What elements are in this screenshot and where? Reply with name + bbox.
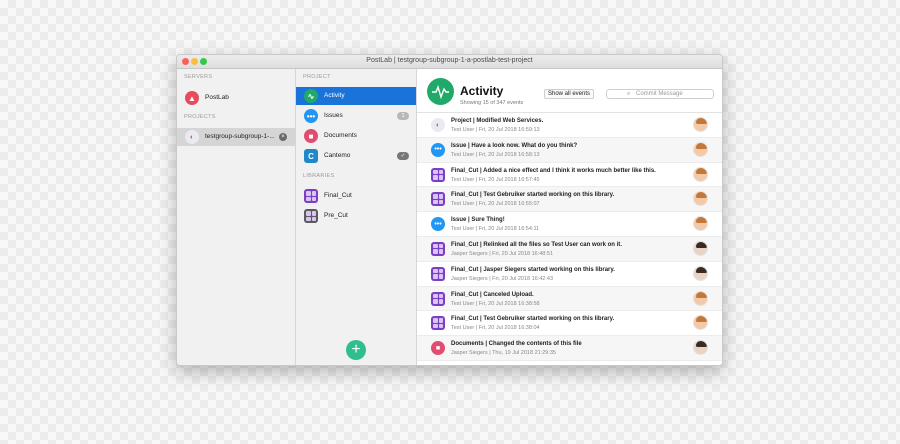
event-row[interactable]: ••• Issue | Sure Thing! Test User | Fri, 2… (417, 212, 722, 237)
project-label: testgroup-subgroup-1-... (205, 133, 275, 140)
app-window: PostLab | testgroup-subgroup-1-a-postlab… (176, 54, 723, 366)
event-meta: Test User | Fri, 20 Jul 2018 16:55:07 (451, 201, 540, 208)
page-title: Activity (460, 84, 504, 98)
event-title: Final_Cut | Canceled Upload. (451, 291, 534, 298)
event-title: Issue | Have a look now. What do you thi… (451, 142, 578, 149)
sidebar-item-label: Cantemo (324, 152, 351, 159)
sidebar-item-label: Documents (324, 132, 357, 139)
event-meta: Test User | Fri, 20 Jul 2018 16:54:11 (451, 226, 540, 233)
issues-icon: ••• (304, 109, 318, 123)
event-row[interactable]: Final_Cut | Test Gebruiker started worki… (417, 311, 722, 337)
sidebar-item-activity[interactable]: ∿ Activity (296, 87, 416, 105)
add-button[interactable]: + (346, 340, 366, 360)
event-meta: Jasper Siegers | Fri, 20 Jul 2018 16:48:… (451, 250, 554, 257)
event-meta: Test User | Fri, 20 Jul 2018 16:57:45 (451, 176, 540, 183)
search-placeholder: Commit Message (636, 91, 683, 97)
avatar (693, 265, 708, 281)
event-meta: Test User | Fri, 20 Jul 2018 16:38:58 (451, 300, 540, 307)
show-all-events-button[interactable]: Show all events (544, 89, 595, 99)
event-row[interactable]: Final_Cut | Test Gebruiker started worki… (417, 187, 722, 213)
avatar (693, 315, 708, 331)
remove-project-icon[interactable]: × (279, 133, 287, 141)
issues-icon: ••• (431, 142, 445, 157)
avatar (693, 191, 708, 207)
libraries-section-label: LIBRARIES (303, 173, 335, 179)
sidebar-item-documents[interactable]: ■ Documents (296, 127, 416, 145)
event-meta: Test User | Fri, 20 Jul 2018 16:58:13 (451, 151, 540, 158)
title-bar: PostLab | testgroup-subgroup-1-a-postlab… (177, 55, 722, 69)
commit-search-input[interactable]: ⌕ Commit Message (606, 89, 714, 99)
event-row[interactable]: ■ Documents | Changed the contents of thi… (417, 336, 722, 361)
event-title: Final_Cut | Test Gebruiker started worki… (451, 192, 615, 199)
documents-icon: ■ (431, 341, 445, 356)
issues-count-badge: 1 (397, 112, 409, 120)
documents-icon: ■ (304, 129, 318, 143)
avatar (693, 141, 708, 157)
event-meta: Jasper Siegers | Fri, 20 Jul 2018 16:42:… (451, 275, 554, 282)
cantemo-status-badge: ✓ (397, 152, 409, 160)
event-title: Project | Modified Web Services. (451, 118, 544, 124)
issues-icon: ••• (431, 217, 445, 232)
activity-logo-icon (427, 78, 454, 105)
sidebar-item-cantemo[interactable]: C Cantemo ✓ (296, 147, 416, 165)
server-item-postlab[interactable]: ▲ PostLab (177, 89, 295, 107)
search-icon: ⌕ (627, 91, 631, 97)
activity-header: Activity Showing 15 of 347 events Show a… (417, 69, 722, 113)
avatar (693, 340, 708, 356)
sidebar-item-issues[interactable]: ••• Issues 1 (296, 107, 416, 125)
sidebar-item-pre-cut[interactable]: Pre_Cut (296, 207, 416, 225)
event-meta: Jasper Siegers | Thu, 19 Jul 2018 21:29:… (451, 350, 556, 357)
event-row[interactable]: ◐ Project | Modified Web Services. Test Us… (417, 113, 722, 138)
servers-section-label: SERVERS (184, 74, 213, 80)
avatar (693, 166, 708, 182)
postlab-triangle-icon: ▲ (185, 91, 199, 105)
pre-cut-library-icon (304, 209, 318, 223)
projects-section-label: PROJECTS (184, 114, 216, 120)
event-title: Issue | Sure Thing! (451, 217, 505, 224)
event-row[interactable]: Final_Cut | Canceled Upload. Test User | … (417, 286, 722, 312)
window-title: PostLab | testgroup-subgroup-1-a-postlab… (366, 57, 533, 64)
event-title: Documents | Changed the contents of this… (451, 341, 582, 348)
final-cut-library-icon (304, 189, 318, 203)
event-row[interactable]: ••• Issue | Have a look now. What do you … (417, 137, 722, 163)
project-icon: ◐ (431, 118, 445, 132)
project-icon: ◐ (185, 130, 199, 144)
event-list: ◐ Project | Modified Web Services. Test Us… (417, 113, 722, 361)
cantemo-icon: C (304, 149, 318, 163)
event-row[interactable]: Final_Cut | Relinked all the files so Te… (417, 236, 722, 262)
sidebar-item-final-cut[interactable]: Final_Cut (296, 187, 416, 205)
sidebar-item-label: Final_Cut (324, 192, 352, 199)
sidebar-item-label: Issues (324, 112, 343, 119)
avatar (693, 290, 708, 306)
project-item[interactable]: ◐ testgroup-subgroup-1-... × (177, 128, 295, 146)
server-label: PostLab (205, 94, 229, 101)
event-title: Final_Cut | Test Gebruiker started worki… (451, 316, 615, 323)
event-meta: Test User | Fri, 20 Jul 2018 16:38:04 (451, 325, 540, 332)
event-title: Final_Cut | Added a nice effect and I th… (451, 167, 656, 174)
project-sidebar: PROJECT ∿ Activity ••• Issues 1 ■ Docume… (296, 69, 417, 365)
avatar (693, 240, 708, 256)
event-title: Final_Cut | Jasper Siegers started worki… (451, 266, 615, 273)
activity-icon: ∿ (304, 89, 318, 103)
sidebar-item-label: Pre_Cut (324, 212, 348, 219)
event-count-subtitle: Showing 15 of 347 events (460, 100, 524, 106)
event-row[interactable]: Final_Cut | Added a nice effect and I th… (417, 163, 722, 188)
event-row[interactable]: Final_Cut | Jasper Siegers started worki… (417, 262, 722, 287)
servers-sidebar: SERVERS ▲ PostLab PROJECTS ◐ testgroup-s… (177, 69, 296, 365)
activity-panel: Activity Showing 15 of 347 events Show a… (417, 69, 722, 365)
sidebar-item-label: Activity (324, 92, 345, 99)
event-title: Final_Cut | Relinked all the files so Te… (451, 241, 622, 248)
avatar (693, 216, 708, 232)
project-section-label: PROJECT (303, 74, 331, 80)
event-meta: Test User | Fri, 20 Jul 2018 16:59:13 (451, 127, 540, 133)
avatar (693, 117, 708, 132)
